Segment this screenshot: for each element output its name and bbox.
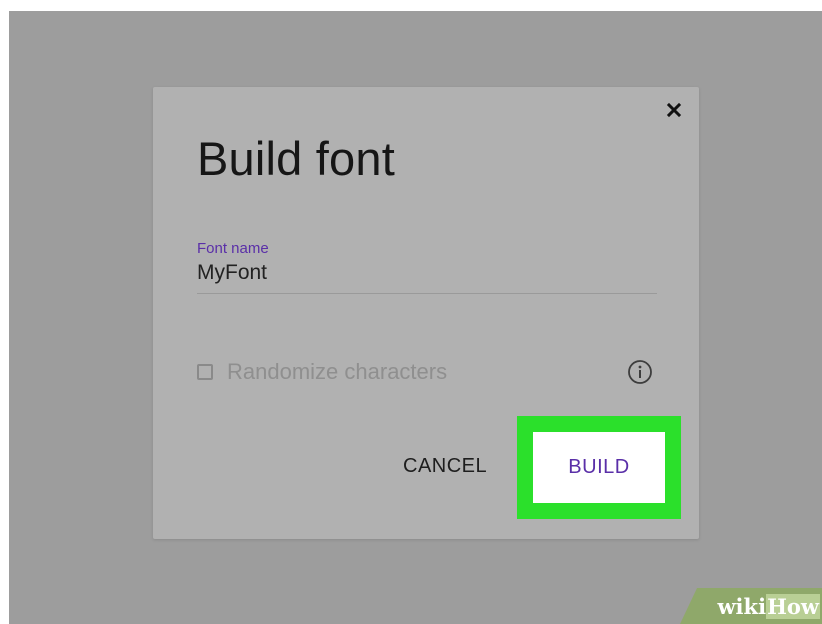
randomize-checkbox[interactable]: [197, 364, 213, 380]
wikihow-watermark: wiki How: [680, 588, 822, 624]
watermark-wiki: wiki: [717, 593, 767, 619]
dialog-title: Build font: [197, 132, 395, 185]
font-name-input[interactable]: [197, 260, 657, 294]
watermark-how: How: [766, 593, 820, 619]
build-font-dialog: Build font Font name Randomize character…: [153, 87, 699, 539]
cancel-button[interactable]: CANCEL: [403, 455, 487, 478]
info-icon: [628, 360, 652, 384]
close-button[interactable]: [661, 97, 687, 123]
randomize-label: Randomize characters: [227, 359, 448, 384]
close-icon: [666, 102, 682, 118]
randomize-characters-option[interactable]: Randomize characters: [197, 359, 447, 385]
font-name-label: Font name: [197, 240, 269, 257]
build-button[interactable]: BUILD: [533, 432, 665, 503]
font-name-field: Font name: [197, 240, 657, 294]
screen-backdrop: Build font Font name Randomize character…: [9, 11, 822, 624]
info-button[interactable]: [627, 359, 653, 385]
build-button-highlight: BUILD: [517, 416, 681, 519]
